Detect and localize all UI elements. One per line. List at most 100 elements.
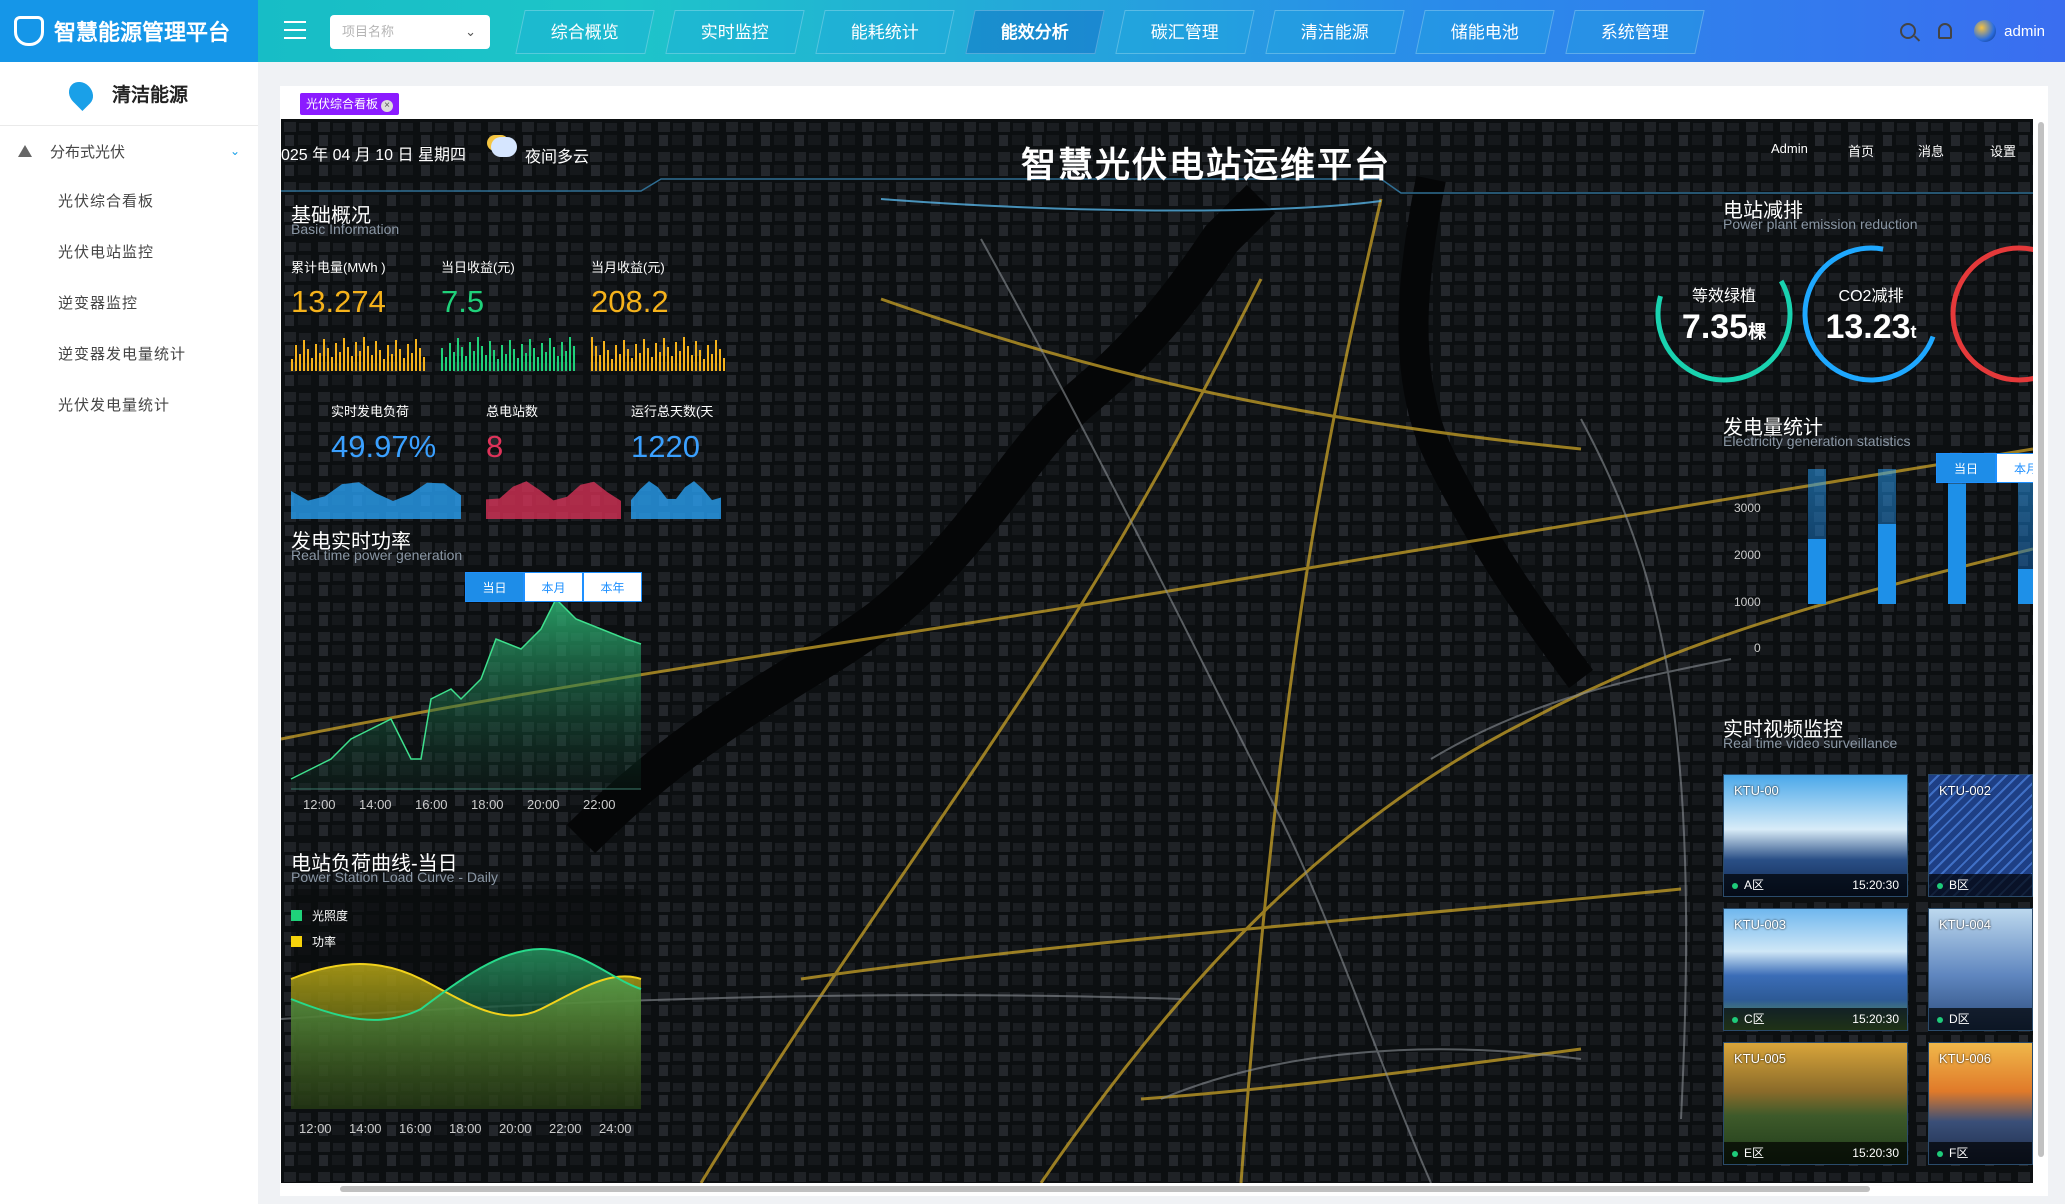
- kpi-stations-value: 8: [486, 429, 504, 464]
- nav-efficiency[interactable]: 能效分析: [965, 10, 1105, 54]
- sparkline-bar: [675, 342, 677, 371]
- link-admin[interactable]: Admin: [1771, 141, 1808, 156]
- power-btn-month[interactable]: 本月: [524, 572, 583, 602]
- power-x-tick: 12:00: [303, 797, 336, 812]
- sparkline-bar: [509, 340, 511, 371]
- sparkline-bar: [339, 352, 341, 371]
- sparkline-bar: [335, 343, 337, 371]
- sparkline-bar: [615, 345, 617, 371]
- sparkline-bar: [553, 347, 555, 371]
- sidebar-item-pv-dashboard[interactable]: 光伏综合看板: [0, 176, 258, 227]
- load-x-tick: 18:00: [449, 1121, 482, 1136]
- sparkline-bar: [595, 346, 597, 371]
- project-select[interactable]: 项目名称 ⌄: [330, 15, 490, 49]
- sparkline-bar: [449, 343, 451, 371]
- load-subtitle: Power Station Load Curve - Daily: [291, 869, 498, 885]
- nav-storage[interactable]: 储能电池: [1415, 10, 1555, 54]
- vertical-scrollbar[interactable]: [2036, 122, 2046, 1182]
- power-subtitle: Real time power generation: [291, 547, 463, 563]
- chevron-down-icon: ⌄: [229, 144, 240, 158]
- sparkline-bar: [453, 352, 455, 371]
- sparkline-bar: [457, 338, 459, 371]
- sparkline-bar: [513, 349, 515, 371]
- camera-f[interactable]: KTU-006 F区: [1928, 1042, 2033, 1165]
- sparkline-bar: [631, 358, 633, 371]
- link-home[interactable]: 首页: [1848, 141, 1874, 160]
- gen-btn-day[interactable]: 当日: [1936, 453, 1996, 483]
- gen-y-tick: 3000: [1734, 501, 1761, 515]
- sparkline-bar: [343, 338, 345, 371]
- sidebar-item-inverter-gen-stats[interactable]: 逆变器发电量统计: [0, 329, 258, 380]
- sparkline-bar: [561, 342, 563, 371]
- kpi-monthly-revenue-value: 208.2: [591, 284, 669, 319]
- sparkline-bar: [715, 340, 717, 371]
- sparkline-bar: [643, 339, 645, 371]
- camera-e[interactable]: KTU-005 E区 15:20:30: [1723, 1042, 1908, 1165]
- sidebar-group-distributed-pv[interactable]: 分布式光伏 ⌄: [0, 126, 258, 176]
- sidebar-item-inverter-monitor[interactable]: 逆变器监控: [0, 278, 258, 329]
- legend-item: 光照度: [291, 907, 348, 924]
- app-logo[interactable]: 智慧能源管理平台: [0, 0, 258, 62]
- search-icon[interactable]: [1900, 23, 1917, 39]
- sparkline-bar: [719, 349, 721, 371]
- power-btn-year[interactable]: 本年: [583, 572, 642, 602]
- ring-label: CO2减排: [1838, 288, 1904, 305]
- sparkline-bar: [711, 354, 713, 371]
- horizontal-scrollbar[interactable]: [300, 1184, 2024, 1194]
- camera-c[interactable]: KTU-003 C区 15:20:30: [1723, 908, 1908, 1031]
- kpi-run-days-label: 运行总天数(天: [631, 404, 714, 419]
- sparkline-bar: [469, 342, 471, 371]
- kpi-stations-label: 总电站数: [486, 404, 539, 419]
- tab-pv-dashboard[interactable]: 光伏综合看板 ×: [300, 93, 400, 115]
- content-area: 光伏综合看板 × 025 年 04 月 10 日 星期四 夜间多云 智慧光伏电站…: [280, 86, 2048, 1196]
- gen-btn-month[interactable]: 本月: [1996, 453, 2033, 483]
- power-x-tick: 22:00: [583, 797, 616, 812]
- sparkline-bar: [703, 359, 705, 371]
- ring-value: 7.35棵: [1681, 308, 1767, 346]
- sparkline-bar: [537, 357, 539, 371]
- gen-subtitle: Electricity generation statistics: [1723, 433, 1911, 449]
- nav-clean-energy[interactable]: 清洁能源: [1265, 10, 1405, 54]
- top-bar: 智慧能源管理平台 项目名称 ⌄ 综合概览 实时监控 能耗统计 能效分析 碳汇管理…: [0, 0, 2065, 62]
- kpi-load-value: 49.97%: [331, 429, 437, 464]
- nav-carbon[interactable]: 碳汇管理: [1115, 10, 1255, 54]
- gen-range-toggle: 当日 本月: [1936, 453, 2033, 483]
- sidebar-item-pv-station-monitor[interactable]: 光伏电站监控: [0, 227, 258, 278]
- sparkline-bar: [419, 348, 421, 371]
- logo-icon: [14, 16, 44, 46]
- kpi-daily-revenue-value: 7.5: [441, 284, 485, 319]
- sparkline-bar: [611, 359, 613, 371]
- sparkline-bar: [441, 348, 443, 371]
- nav-energy-stats[interactable]: 能耗统计: [815, 10, 955, 54]
- ring-co2: CO2减排 13.23t: [1807, 250, 1935, 378]
- link-settings[interactable]: 设置: [1990, 141, 2016, 160]
- sparkline-bar: [529, 339, 531, 371]
- sparkline-bar: [477, 337, 479, 371]
- menu-toggle-icon[interactable]: [284, 21, 306, 39]
- camera-d[interactable]: KTU-004 D区: [1928, 908, 2033, 1031]
- sparkline-bar: [599, 355, 601, 371]
- sparkline-bar: [659, 352, 661, 371]
- nav-overview[interactable]: 综合概览: [515, 10, 655, 54]
- sparkline-bar: [359, 351, 361, 371]
- bell-icon[interactable]: [1938, 23, 1953, 39]
- user-menu[interactable]: admin: [1974, 20, 2045, 42]
- link-messages[interactable]: 消息: [1918, 141, 1944, 160]
- sparkline-bar: [655, 343, 657, 371]
- kpi-run-days-value: 1220: [631, 429, 700, 464]
- sparkline-bar: [565, 351, 567, 371]
- sparkline-bar: [319, 353, 321, 371]
- close-icon[interactable]: ×: [381, 100, 394, 112]
- camera-a[interactable]: KTU-00 A区 15:20:30: [1723, 774, 1908, 897]
- sparkline-bar: [691, 355, 693, 371]
- nav-system[interactable]: 系统管理: [1565, 10, 1705, 54]
- sparkline-bar: [541, 343, 543, 371]
- sparkline-bar: [723, 358, 725, 371]
- sidebar-item-pv-gen-stats[interactable]: 光伏发电量统计: [0, 380, 258, 431]
- power-btn-day[interactable]: 当日: [465, 572, 524, 602]
- sparkline-bar: [699, 350, 701, 371]
- power-x-tick: 18:00: [471, 797, 504, 812]
- nav-monitor[interactable]: 实时监控: [665, 10, 805, 54]
- sparkline-bar: [375, 341, 377, 371]
- camera-b[interactable]: KTU-002 B区: [1928, 774, 2033, 897]
